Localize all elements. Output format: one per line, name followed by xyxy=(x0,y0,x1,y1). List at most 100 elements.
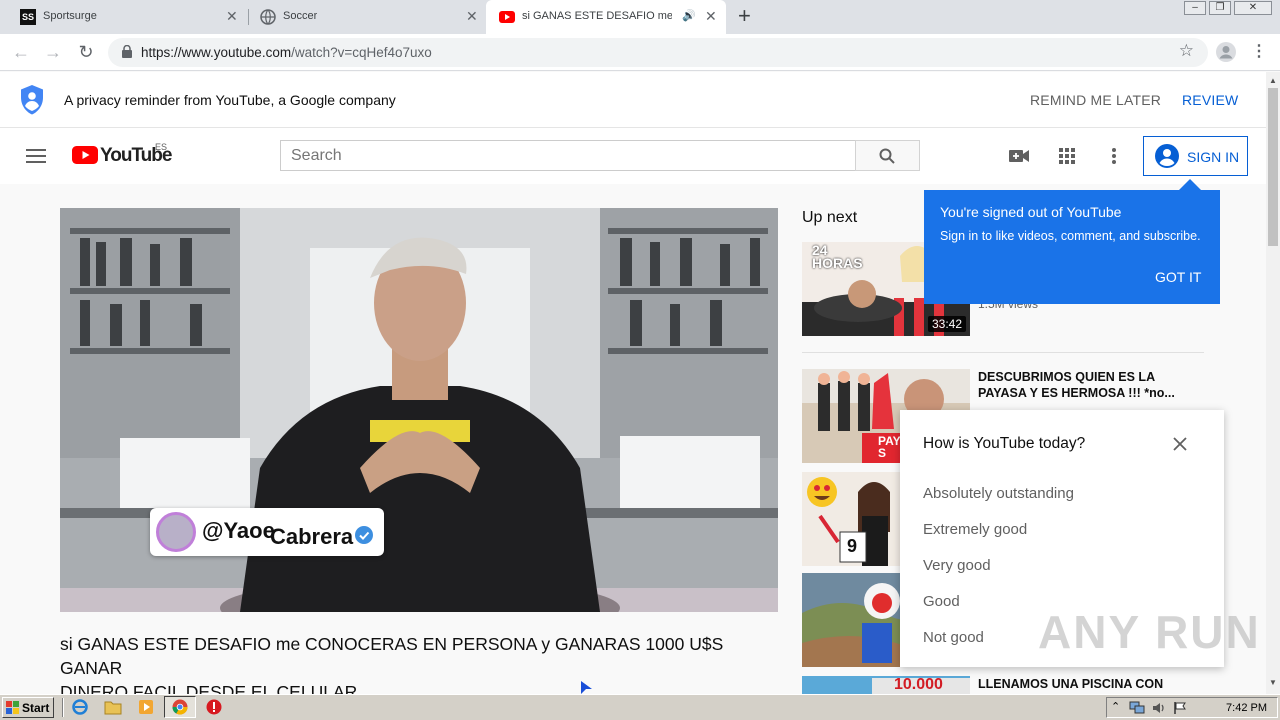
windows-taskbar: Start ⌃ 7:42 PM xyxy=(0,694,1280,720)
tray-expand-icon[interactable]: ⌃ xyxy=(1111,700,1120,713)
search-button[interactable] xyxy=(855,140,920,171)
verified-badge-icon xyxy=(355,526,373,544)
anyrun-watermark: ANY RUN xyxy=(1038,606,1261,658)
thumbnail-text: 10.000 xyxy=(894,676,943,693)
region-code: ES xyxy=(155,142,168,152)
sidebar-divider xyxy=(802,352,1204,353)
tab-sportsurge[interactable]: SS Sportsurge ✕ xyxy=(0,0,248,34)
review-button[interactable]: REVIEW xyxy=(1182,92,1238,108)
thumbnail-text: 24 HORAS xyxy=(812,242,863,271)
recommended-thumbnail[interactable]: 10.000 xyxy=(802,676,970,694)
address-bar[interactable]: https://www.youtube.com/watch?v=cqHef4o7… xyxy=(108,38,1208,67)
more-options-icon[interactable] xyxy=(1111,147,1117,165)
youtube-play-logo-icon xyxy=(72,146,98,164)
survey-option-very-good[interactable]: Very good xyxy=(923,557,991,574)
profile-avatar-icon[interactable] xyxy=(1215,41,1237,63)
minimize-window-button[interactable]: – xyxy=(1184,1,1206,15)
shield-icon xyxy=(21,85,43,115)
thumbnail-text: 9 xyxy=(847,536,858,556)
sign-in-button[interactable]: SIGN IN xyxy=(1143,136,1248,176)
network-icon[interactable] xyxy=(1129,701,1145,715)
video-player[interactable]: @Yaoe Cabrera xyxy=(60,208,778,612)
mouse-cursor-icon xyxy=(581,681,592,694)
got-it-button[interactable]: GOT IT xyxy=(1155,269,1201,285)
video-duration: 33:42 xyxy=(927,316,966,332)
overlay-handle-part1: @Yaoe xyxy=(202,518,275,543)
browser-toolbar: ← → ↻ https://www.youtube.com/watch?v=cq… xyxy=(0,34,1280,71)
tooltip-arrow xyxy=(1178,179,1202,191)
recommended-title[interactable]: DESCUBRIMOS QUIEN ES LA PAYASA Y ES HERM… xyxy=(978,369,1204,401)
scroll-up-arrow-icon[interactable]: ▲ xyxy=(1269,76,1277,85)
tab-title: Sportsurge xyxy=(43,10,97,22)
tab-youtube-active[interactable]: si GANAS ESTE DESAFIO me CO 🔊 ✕ xyxy=(486,0,726,34)
page-scrollbar[interactable]: ▲ ▼ xyxy=(1266,72,1280,694)
taskbar-divider xyxy=(62,698,64,717)
globe-icon xyxy=(260,9,276,25)
url-text: https://www.youtube.com/watch?v=cqHef4o7… xyxy=(141,45,432,60)
recommended-title-line1: LLENAMOS UNA PISCINA CON xyxy=(978,677,1164,691)
forward-button[interactable]: → xyxy=(42,41,64,63)
tab-soccer[interactable]: Soccer ✕ xyxy=(240,0,488,34)
sportsurge-favicon-icon: SS xyxy=(20,9,36,25)
survey-option-not-good[interactable]: Not good xyxy=(923,629,984,646)
tab-title: si GANAS ESTE DESAFIO me CO xyxy=(522,10,672,22)
taskbar-clock: 7:42 PM xyxy=(1226,702,1267,714)
up-next-heading: Up next xyxy=(802,209,858,226)
tab-strip: SS Sportsurge ✕ Soccer ✕ si GANAS ESTE D… xyxy=(0,0,1280,34)
remind-me-later-button[interactable]: REMIND ME LATER xyxy=(1030,92,1161,108)
chrome-menu-button[interactable]: ⋮ xyxy=(1251,41,1267,63)
recommended-title-line1: DESCUBRIMOS QUIEN ES LA xyxy=(978,370,1156,384)
scroll-down-arrow-icon[interactable]: ▼ xyxy=(1269,678,1277,687)
close-icon[interactable] xyxy=(1173,437,1187,451)
tooltip-body: Sign in to like videos, comment, and sub… xyxy=(940,229,1201,243)
signed-out-tooltip: You're signed out of YouTube Sign in to … xyxy=(924,179,1220,304)
recommended-title[interactable]: LLENAMOS UNA PISCINA CON xyxy=(978,676,1204,692)
internet-explorer-icon[interactable] xyxy=(72,699,88,715)
chrome-taskbar-button[interactable] xyxy=(164,696,196,718)
new-tab-button[interactable]: + xyxy=(738,5,751,27)
youtube-masthead: YouTube ES Search SIGN IN xyxy=(0,128,1266,184)
volume-icon[interactable] xyxy=(1152,701,1166,715)
youtube-favicon-icon xyxy=(499,11,515,23)
close-window-button[interactable]: ✕ xyxy=(1234,1,1272,15)
recommended-title-line2: PAYASA Y ES HERMOSA !!! *no... xyxy=(978,386,1175,400)
close-tab-icon[interactable]: ✕ xyxy=(226,8,238,25)
media-player-icon[interactable] xyxy=(138,699,154,715)
tab-title: Soccer xyxy=(283,10,318,22)
scrollbar-thumb[interactable] xyxy=(1268,88,1278,246)
survey-option-absolutely-outstanding[interactable]: Absolutely outstanding xyxy=(923,485,1074,502)
stop-record-icon[interactable] xyxy=(206,699,222,715)
bookmark-star-icon[interactable]: ☆ xyxy=(1179,41,1194,61)
hamburger-menu-icon[interactable] xyxy=(26,148,46,164)
search-placeholder: Search xyxy=(291,147,342,164)
survey-option-good[interactable]: Good xyxy=(923,593,960,610)
back-button[interactable]: ← xyxy=(10,41,32,63)
search-input[interactable]: Search xyxy=(280,140,856,171)
reload-button[interactable]: ↻ xyxy=(75,41,97,63)
creator-avatar xyxy=(156,512,196,552)
system-tray: ⌃ 7:42 PM xyxy=(1106,697,1278,718)
overlay-handle-part2: Cabrera xyxy=(270,524,354,549)
create-video-icon[interactable] xyxy=(1009,149,1029,163)
survey-question: How is YouTube today? xyxy=(923,435,1086,452)
restore-window-button[interactable]: ❐ xyxy=(1209,1,1231,15)
chrome-icon xyxy=(172,699,188,715)
survey-option-extremely-good[interactable]: Extremely good xyxy=(923,521,1027,538)
apps-grid-icon[interactable] xyxy=(1059,148,1075,164)
tooltip-title: You're signed out of YouTube xyxy=(940,204,1122,220)
privacy-reminder-bar: A privacy reminder from YouTube, a Googl… xyxy=(0,72,1266,128)
video-title-line1: si GANAS ESTE DESAFIO me CONOCERAS EN PE… xyxy=(60,634,724,678)
action-center-flag-icon[interactable] xyxy=(1173,701,1187,715)
close-tab-icon[interactable]: ✕ xyxy=(705,8,717,25)
file-explorer-icon[interactable] xyxy=(104,699,122,715)
search-icon xyxy=(879,148,895,164)
start-button[interactable]: Start xyxy=(2,697,54,718)
lock-icon xyxy=(122,45,132,58)
creator-handle-overlay: @Yaoe Cabrera xyxy=(150,508,384,556)
thumbnail-image xyxy=(802,676,970,694)
audio-playing-icon[interactable]: 🔊 xyxy=(682,9,696,22)
url-path: /watch?v=cqHef4o7uxo xyxy=(291,45,432,60)
windows-logo-icon xyxy=(6,701,19,714)
close-tab-icon[interactable]: ✕ xyxy=(466,8,478,25)
account-circle-icon xyxy=(1155,144,1179,168)
